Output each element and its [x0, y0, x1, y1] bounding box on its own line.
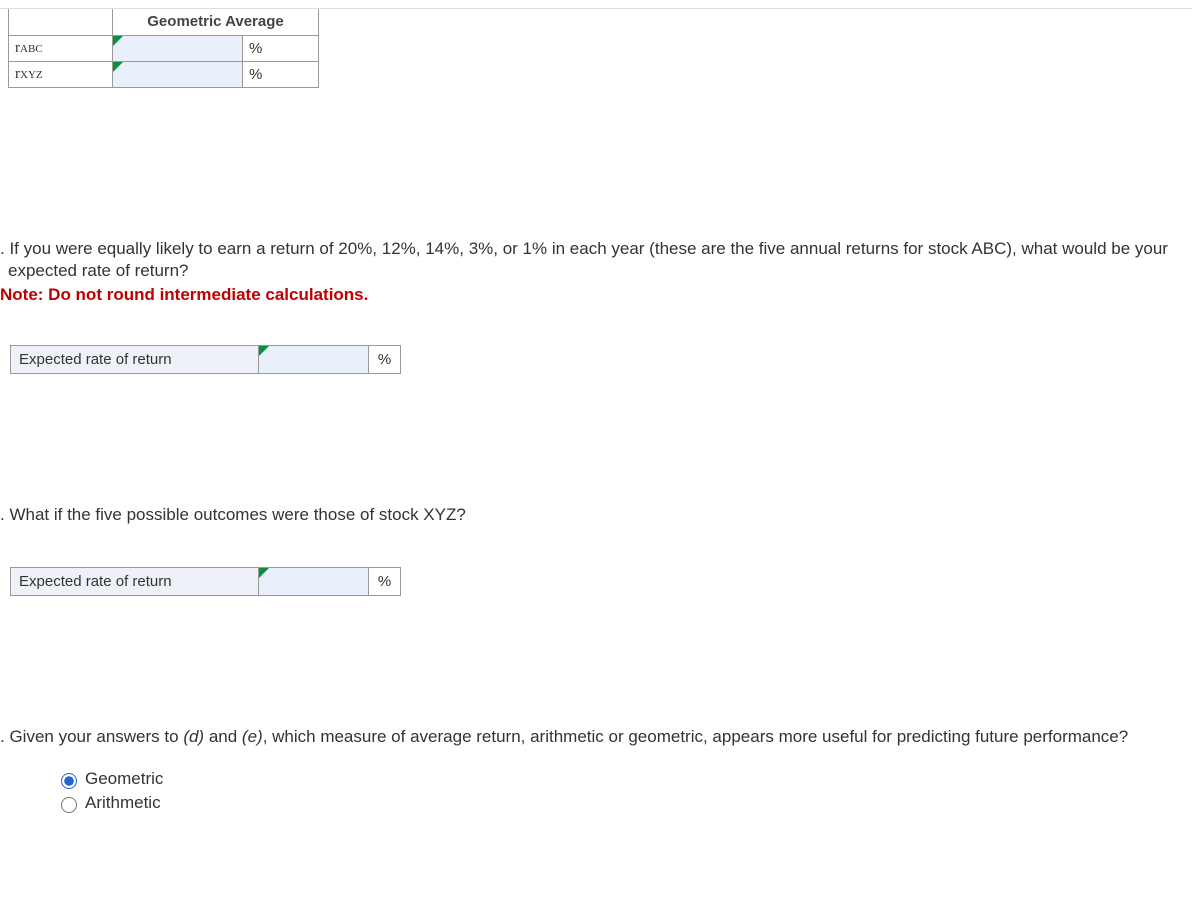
radio-arithmetic-input[interactable]: [61, 797, 77, 813]
expected-rate-d-input[interactable]: [259, 346, 368, 373]
err-input-cell[interactable]: [259, 568, 369, 596]
radio-geometric[interactable]: Geometric: [56, 769, 1192, 789]
table-row: rXYZ %: [9, 61, 319, 87]
input-cell-abc[interactable]: [113, 35, 243, 61]
radio-geometric-input[interactable]: [61, 773, 77, 789]
table-row: Expected rate of return %: [11, 568, 401, 596]
measure-radio-group: Geometric Arithmetic: [0, 769, 1192, 813]
geo-header: Geometric Average: [113, 9, 319, 35]
flag-icon: [259, 568, 269, 578]
unit-cell: %: [243, 61, 319, 87]
row-label-xyz: rXYZ: [9, 61, 113, 87]
unit-cell: %: [243, 35, 319, 61]
question-d: . If you were equally likely to earn a r…: [0, 238, 1192, 375]
radio-label: Arithmetic: [85, 793, 161, 813]
geo-xyz-input[interactable]: [113, 62, 242, 87]
err-label: Expected rate of return: [11, 346, 259, 374]
table-row: Expected rate of return %: [11, 346, 401, 374]
question-e-prompt: . What if the five possible outcomes wer…: [0, 504, 1192, 527]
radio-label: Geometric: [85, 769, 163, 789]
question-f-prompt: . Given your answers to (d) and (e), whi…: [0, 726, 1192, 749]
err-input-cell[interactable]: [259, 346, 369, 374]
flag-icon: [113, 36, 123, 46]
flag-icon: [259, 346, 269, 356]
input-cell-xyz[interactable]: [113, 61, 243, 87]
blank-header-cell: [9, 9, 113, 35]
err-label: Expected rate of return: [11, 568, 259, 596]
table-row: rABC %: [9, 35, 319, 61]
geo-abc-input[interactable]: [113, 36, 242, 61]
row-label-abc: rABC: [9, 35, 113, 61]
question-d-prompt: . If you were equally likely to earn a r…: [0, 238, 1192, 284]
question-d-note: Note: Do not round intermediate calculat…: [0, 285, 1192, 305]
question-e: . What if the five possible outcomes wer…: [0, 504, 1192, 596]
unit-cell: %: [369, 568, 401, 596]
question-f: . Given your answers to (d) and (e), whi…: [0, 726, 1192, 813]
expected-rate-e-input[interactable]: [259, 568, 368, 595]
radio-arithmetic[interactable]: Arithmetic: [56, 793, 1192, 813]
expected-rate-table-d: Expected rate of return %: [10, 345, 401, 374]
geometric-average-table: Geometric Average rABC % rXYZ %: [8, 9, 319, 88]
unit-cell: %: [369, 346, 401, 374]
expected-rate-table-e: Expected rate of return %: [10, 567, 401, 596]
flag-icon: [113, 62, 123, 72]
